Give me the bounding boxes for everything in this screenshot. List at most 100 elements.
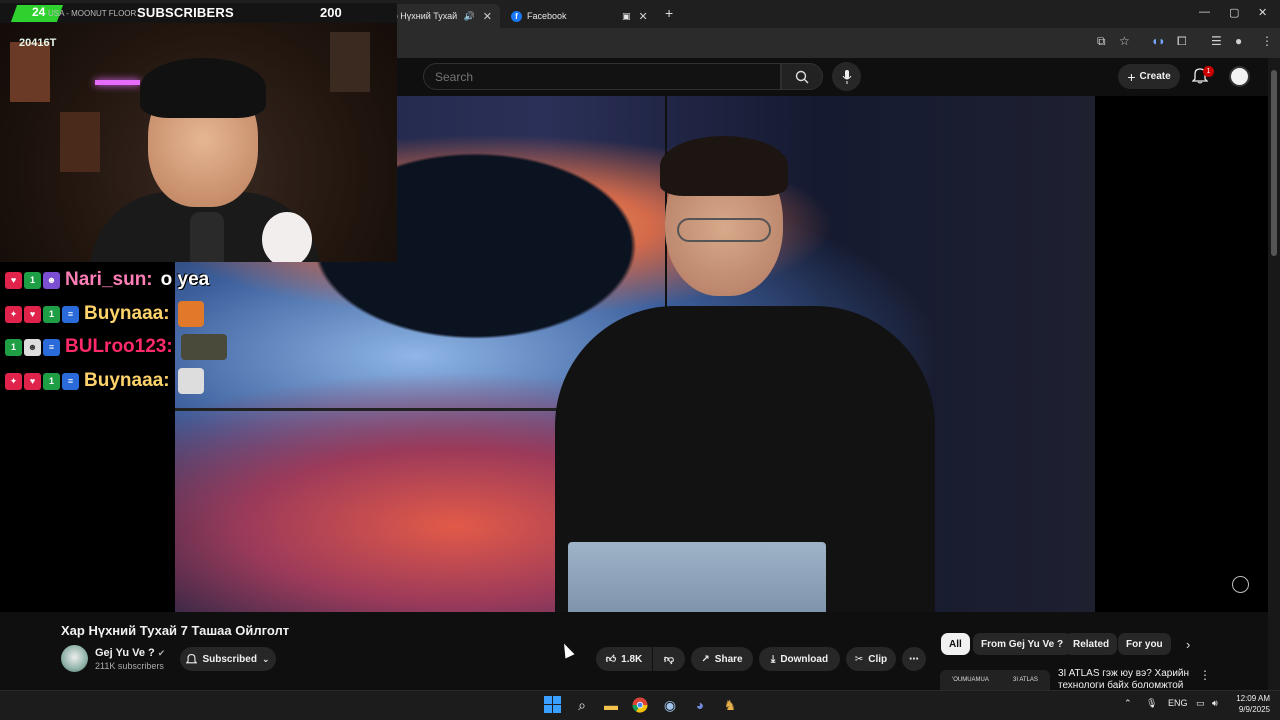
chip-all[interactable]: All bbox=[941, 633, 970, 655]
tab-label: Facebook bbox=[527, 11, 567, 21]
search-icon[interactable]: ⌕ bbox=[572, 695, 592, 715]
recommended-video-title[interactable]: 3I ATLAS гэж юу вэ? Харийн технологи бай… bbox=[1058, 668, 1198, 690]
display-tray-icon[interactable]: ▭ bbox=[1196, 698, 1205, 709]
neon-light bbox=[95, 80, 140, 85]
close-tab-icon[interactable]: ✕ bbox=[483, 10, 492, 23]
clip-label: Clip bbox=[868, 653, 888, 665]
language-indicator[interactable]: ENG bbox=[1168, 698, 1188, 708]
plus-icon: + bbox=[1127, 68, 1136, 85]
download-icon: ⤓ bbox=[770, 653, 776, 665]
more-vertical-icon[interactable]: ⋮ bbox=[1199, 668, 1211, 682]
recommended-video-thumbnail[interactable]: 'OUMUAMUA 3I ATLAS bbox=[940, 670, 1050, 690]
chip-from-channel[interactable]: From Gej Yu Ve ? bbox=[973, 633, 1072, 655]
chat-message: ✦ ♥ 1 ≡ Buynaaa: bbox=[5, 299, 204, 329]
autoplay-indicator-icon[interactable] bbox=[1232, 576, 1249, 593]
cat-badge-icon: ☻ bbox=[24, 338, 41, 356]
facebook-icon: f bbox=[511, 10, 522, 22]
share-arrow-icon: ↗ bbox=[701, 653, 710, 665]
bell-icon bbox=[186, 653, 198, 664]
create-label: Create bbox=[1139, 71, 1171, 82]
list-badge-icon: ≡ bbox=[43, 338, 60, 356]
bookmark-star-icon[interactable]: ☆ bbox=[1119, 34, 1130, 48]
channel-name[interactable]: Gej Yu Ve ? ✔ bbox=[95, 647, 165, 659]
scissors-icon: ✂ bbox=[854, 653, 864, 665]
clip-button[interactable]: ✂ Clip bbox=[846, 647, 896, 671]
subscriber-count: 24 bbox=[32, 5, 46, 19]
chat-emote bbox=[177, 368, 204, 394]
system-clock[interactable]: 12:09 AM 9/9/2025 bbox=[1228, 693, 1270, 715]
more-horizontal-icon: ⋯ bbox=[909, 653, 919, 665]
discord-icon[interactable]: ◕ bbox=[690, 695, 710, 715]
channel-avatar[interactable] bbox=[61, 645, 88, 672]
first-badge-icon: 1 bbox=[5, 338, 22, 356]
chrome-icon[interactable] bbox=[630, 695, 650, 715]
search-input[interactable] bbox=[423, 63, 781, 90]
close-window-button[interactable]: ✕ bbox=[1258, 6, 1267, 19]
first-badge-icon: 1 bbox=[24, 271, 41, 289]
subscriber-count-text: 211K subscribers bbox=[95, 661, 164, 671]
file-explorer-icon[interactable]: ▬ bbox=[601, 695, 621, 715]
new-tab-button[interactable]: + bbox=[665, 5, 673, 21]
chat-username: Nari_sun: bbox=[65, 269, 153, 290]
chat-message: 1 ☻ ≡ BULroo123: bbox=[5, 332, 227, 362]
laptop bbox=[568, 542, 826, 612]
share-label: Share bbox=[714, 653, 743, 665]
browser-menu-icon[interactable]: ⋮ bbox=[1261, 34, 1273, 48]
profile-avatar-icon[interactable]: ● bbox=[1235, 34, 1242, 48]
tab-facebook[interactable]: f Facebook ▣ ✕ bbox=[503, 4, 658, 28]
voice-search-button[interactable] bbox=[832, 62, 861, 91]
list-badge-icon: ≡ bbox=[62, 372, 79, 390]
chat-emote bbox=[180, 334, 227, 360]
video-title: Хар Нүхний Тухай 7 Ташаа Ойлголт bbox=[61, 623, 290, 638]
extensions-puzzle-icon[interactable]: ⧠ bbox=[1177, 34, 1187, 49]
dislike-button[interactable]: 👎︎ bbox=[653, 647, 685, 671]
thumbs-down-icon: 👎︎ bbox=[663, 654, 675, 665]
install-app-icon[interactable]: ⧉ bbox=[1097, 34, 1106, 49]
more-actions-button[interactable]: ⋯ bbox=[902, 647, 926, 671]
plush-toy bbox=[262, 212, 312, 262]
chat-username: BULroo123: bbox=[65, 336, 173, 357]
steam-icon[interactable]: ◉ bbox=[660, 695, 680, 715]
tray-chevron-up-icon[interactable]: ⌃ bbox=[1124, 698, 1132, 709]
minimize-button[interactable]: — bbox=[1199, 6, 1210, 18]
close-tab-icon[interactable]: ✕ bbox=[639, 10, 648, 23]
now-playing-text: USA - MOONUT FLOOR bbox=[48, 9, 137, 18]
chevron-right-icon[interactable]: › bbox=[1186, 637, 1190, 652]
microphone-tray-icon[interactable]: 🎙︎ bbox=[1146, 698, 1157, 709]
extension-audio-icon[interactable]: ◖◗ bbox=[1151, 34, 1166, 48]
reading-list-icon[interactable]: ☰ bbox=[1211, 34, 1222, 48]
chevron-down-icon: ⌄ bbox=[261, 653, 270, 664]
streamer-webcam bbox=[0, 22, 397, 262]
share-button[interactable]: ↗ Share bbox=[691, 647, 753, 671]
chat-text: o yea bbox=[160, 269, 210, 290]
clock-time: 12:09 AM bbox=[1236, 694, 1270, 703]
first-badge-icon: 1 bbox=[43, 305, 60, 323]
heart-badge-icon: ♥ bbox=[24, 305, 41, 323]
chrome-logo bbox=[632, 697, 648, 713]
maximize-button[interactable]: ▢ bbox=[1229, 6, 1239, 19]
scrollbar-thumb[interactable] bbox=[1271, 70, 1277, 256]
overlay-counter: 20416T bbox=[19, 37, 57, 49]
app-icon[interactable]: ♞ bbox=[720, 695, 740, 715]
volume-tray-icon[interactable]: 🔊︎ bbox=[1212, 698, 1218, 709]
thumbs-up-icon: 👍︎ bbox=[605, 654, 617, 665]
cast-icon[interactable]: ▣ bbox=[622, 11, 631, 22]
notification-count-badge: 1 bbox=[1203, 66, 1214, 77]
search-button[interactable] bbox=[781, 63, 823, 90]
download-button[interactable]: ⤓ Download bbox=[759, 647, 840, 671]
chip-related[interactable]: Related bbox=[1065, 633, 1118, 655]
window-frame-divider bbox=[175, 408, 575, 411]
heart-badge-icon: ♥ bbox=[24, 372, 41, 390]
windows-start-icon[interactable] bbox=[544, 696, 561, 713]
like-button[interactable]: 👍︎ 1.8K bbox=[596, 647, 652, 671]
chip-for-you[interactable]: For you bbox=[1118, 633, 1171, 655]
sword-badge-icon: ✦ bbox=[5, 305, 22, 323]
subscribed-label: Subscribed bbox=[202, 653, 257, 665]
clock-date: 9/9/2025 bbox=[1238, 705, 1270, 714]
create-button[interactable]: + Create bbox=[1118, 64, 1180, 89]
speaker-icon[interactable]: 🔊 bbox=[464, 11, 475, 22]
user-avatar[interactable] bbox=[1229, 66, 1250, 87]
subscribed-button[interactable]: Subscribed ⌄ bbox=[180, 647, 276, 671]
chat-message: ♥ 1 ☻ Nari_sun: o yea bbox=[5, 265, 209, 295]
chat-emote bbox=[177, 301, 204, 327]
